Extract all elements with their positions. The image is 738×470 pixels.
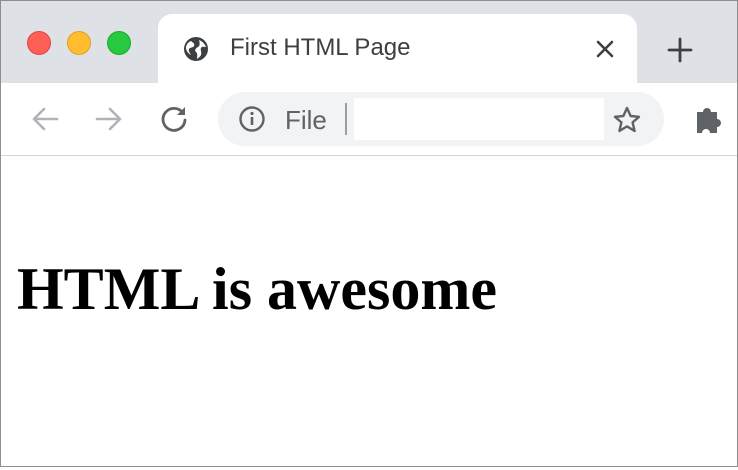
tab-strip: First HTML Page	[1, 1, 737, 83]
url-input[interactable]	[354, 98, 604, 140]
star-outline-icon[interactable]	[612, 105, 642, 135]
url-scheme-label: File	[285, 105, 327, 135]
arrow-right-icon[interactable]	[91, 101, 127, 137]
globe-icon	[182, 35, 210, 63]
window-minimize-button[interactable]	[67, 31, 91, 55]
puzzle-icon[interactable]	[691, 102, 725, 136]
browser-window: First HTML Page File HTML is awesome	[0, 0, 738, 467]
reload-icon[interactable]	[156, 101, 192, 137]
info-icon[interactable]	[238, 105, 266, 133]
window-close-button[interactable]	[27, 31, 51, 55]
close-icon[interactable]	[592, 36, 618, 62]
page-viewport: HTML is awesome	[1, 157, 737, 466]
tab-title: First HTML Page	[230, 34, 411, 61]
tab-first-html-page[interactable]: First HTML Page	[158, 14, 637, 83]
omnibox-divider	[345, 103, 347, 135]
window-zoom-button[interactable]	[107, 31, 131, 55]
browser-toolbar: File	[1, 83, 737, 156]
arrow-left-icon[interactable]	[27, 101, 63, 137]
address-bar[interactable]: File	[218, 92, 664, 146]
plus-icon[interactable]	[665, 35, 695, 65]
window-controls	[27, 31, 131, 55]
page-heading: HTML is awesome	[17, 256, 497, 322]
